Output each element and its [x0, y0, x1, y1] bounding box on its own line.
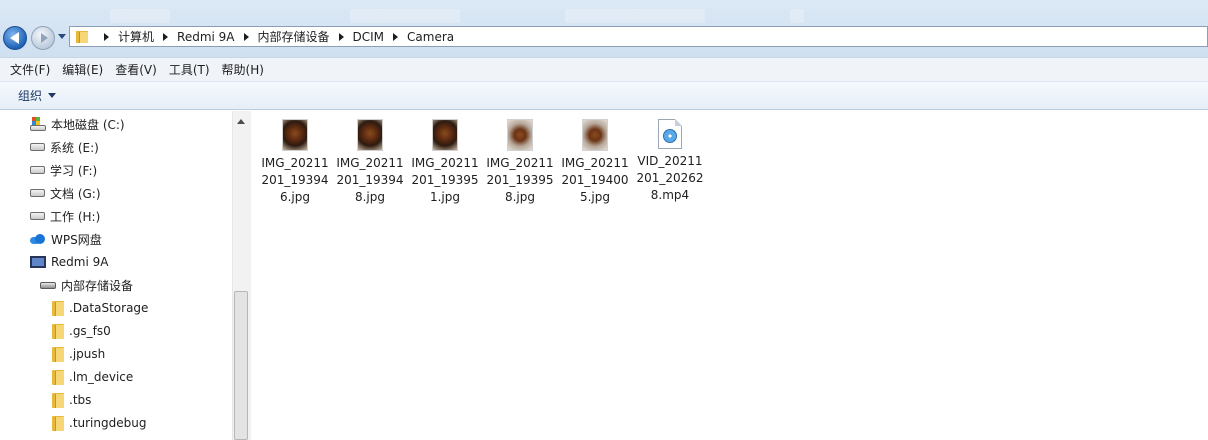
cloud-icon [30, 234, 46, 244]
drive-icon [30, 143, 45, 151]
back-button[interactable] [3, 26, 27, 50]
breadcrumb-separator-icon[interactable] [104, 32, 109, 41]
address-bar-area: 计算机 Redmi 9A 内部存储设备 DCIM Camera [0, 0, 1208, 57]
file-name: IMG_20211201_193951.jpg [411, 156, 479, 204]
image-thumbnail [507, 119, 533, 151]
background-tab [350, 9, 460, 23]
file-name: IMG_20211201_193946.jpg [261, 156, 329, 204]
folder-icon [76, 30, 90, 43]
file-item[interactable]: IMG_20211201_193948.jpg [334, 119, 406, 206]
organize-label: 组织 [18, 89, 43, 103]
background-tab [565, 9, 705, 23]
menu-bar: 文件(F) 编辑(E) 查看(V) 工具(T) 帮助(H) [0, 57, 1208, 81]
nav-item-label: 系统 (E:) [50, 140, 99, 155]
breadcrumb-separator-icon[interactable] [393, 32, 399, 41]
breadcrumb-redmi[interactable]: Redmi 9A [177, 30, 234, 44]
menu-file[interactable]: 文件(F) [4, 59, 56, 81]
phone-icon [30, 256, 46, 268]
image-thumbnail [582, 119, 608, 151]
folder-icon [52, 369, 64, 385]
image-thumbnail [282, 119, 308, 151]
nav-item-label: Redmi 9A [51, 255, 109, 269]
nav-item-label: .tbs [69, 393, 92, 407]
organize-button[interactable]: 组织 [18, 87, 57, 104]
title-strip [100, 0, 1208, 26]
nav-item-wps-cloud[interactable]: WPS网盘 [30, 228, 102, 250]
background-tab [790, 9, 804, 23]
nav-item-label: .turingdebug [69, 416, 147, 430]
nav-item-label: 内部存储设备 [61, 278, 134, 293]
nav-item-label: 工作 (H:) [50, 209, 101, 224]
nav-item-label: 文档 (G:) [50, 186, 101, 201]
folder-icon [52, 392, 64, 408]
nav-item-label: WPS网盘 [51, 232, 102, 247]
breadcrumb-internal-storage[interactable]: 内部存储设备 [258, 28, 330, 45]
nav-item-redmi[interactable]: Redmi 9A [30, 251, 108, 273]
breadcrumb-separator-icon[interactable] [243, 32, 249, 41]
nav-item-internal-storage[interactable]: 内部存储设备 [40, 274, 133, 296]
breadcrumb-separator-icon[interactable] [163, 32, 169, 41]
breadcrumb-camera[interactable]: Camera [407, 30, 454, 44]
file-name: IMG_20211201_194005.jpg [561, 156, 629, 204]
file-item[interactable]: VID_20211201_202628.mp4 [634, 119, 706, 204]
breadcrumb-dcim[interactable]: DCIM [353, 30, 385, 44]
nav-item-drive-c[interactable]: 本地磁盘 (C:) [30, 113, 125, 135]
command-toolbar: 组织 [0, 81, 1208, 110]
nav-folder-jpush[interactable]: .jpush [52, 343, 105, 365]
folder-icon [52, 300, 64, 316]
scrollbar-thumb[interactable] [234, 291, 248, 440]
scroll-up-icon[interactable] [237, 119, 245, 124]
recent-pages-dropdown-icon[interactable] [58, 34, 66, 39]
nav-folder-gs-fs0[interactable]: .gs_fs0 [52, 320, 111, 342]
nav-item-label: .gs_fs0 [69, 324, 111, 338]
storage-icon [40, 281, 56, 289]
nav-item-drive-e[interactable]: 系统 (E:) [30, 136, 99, 158]
file-list-pane: IMG_20211201_193946.jpg IMG_20211201_193… [251, 111, 1208, 440]
folder-icon [52, 346, 64, 362]
image-thumbnail [357, 119, 383, 151]
nav-item-label: 本地磁盘 (C:) [51, 117, 125, 132]
file-name: VID_20211201_202628.mp4 [636, 154, 704, 202]
file-item[interactable]: IMG_20211201_193946.jpg [259, 119, 331, 206]
address-input[interactable]: 计算机 Redmi 9A 内部存储设备 DCIM Camera [69, 26, 1208, 47]
file-item[interactable]: IMG_20211201_194005.jpg [559, 119, 631, 206]
file-item[interactable]: IMG_20211201_193951.jpg [409, 119, 481, 206]
nav-folder-datastorage[interactable]: .DataStorage [52, 297, 148, 319]
navigation-pane: 本地磁盘 (C:) 系统 (E:) 学习 (F:) 文档 (G:) 工作 (H:… [0, 111, 232, 440]
drive-icon [30, 166, 45, 174]
nav-item-label: .lm_device [69, 370, 134, 384]
nav-item-label: .jpush [69, 347, 106, 361]
drive-icon [30, 212, 45, 220]
nav-folder-turingdebug[interactable]: .turingdebug [52, 412, 146, 434]
background-tab [110, 9, 170, 23]
folder-icon [52, 415, 64, 431]
file-name: IMG_20211201_193958.jpg [486, 156, 554, 204]
nav-item-label: .DataStorage [69, 301, 149, 315]
drive-icon [30, 189, 45, 197]
file-item[interactable]: IMG_20211201_193958.jpg [484, 119, 556, 206]
video-file-icon [658, 119, 682, 149]
menu-tools[interactable]: 工具(T) [163, 59, 216, 81]
nav-scrollbar[interactable] [232, 111, 249, 440]
system-drive-icon [30, 117, 46, 131]
menu-help[interactable]: 帮助(H) [216, 59, 270, 81]
breadcrumb-separator-icon[interactable] [338, 32, 344, 41]
chevron-down-icon [48, 93, 57, 98]
nav-folder-tbs[interactable]: .tbs [52, 389, 91, 411]
nav-item-drive-f[interactable]: 学习 (F:) [30, 159, 97, 181]
nav-item-drive-g[interactable]: 文档 (G:) [30, 182, 101, 204]
nav-folder-lm-device[interactable]: .lm_device [52, 366, 133, 388]
nav-item-label: 学习 (F:) [50, 163, 98, 178]
image-thumbnail [432, 119, 458, 151]
forward-button[interactable] [31, 26, 55, 50]
file-name: IMG_20211201_193948.jpg [336, 156, 404, 204]
menu-edit[interactable]: 编辑(E) [56, 59, 109, 81]
menu-view[interactable]: 查看(V) [109, 59, 163, 81]
breadcrumb-computer[interactable]: 计算机 [118, 28, 154, 45]
nav-item-drive-h[interactable]: 工作 (H:) [30, 205, 100, 227]
folder-icon [52, 323, 64, 339]
